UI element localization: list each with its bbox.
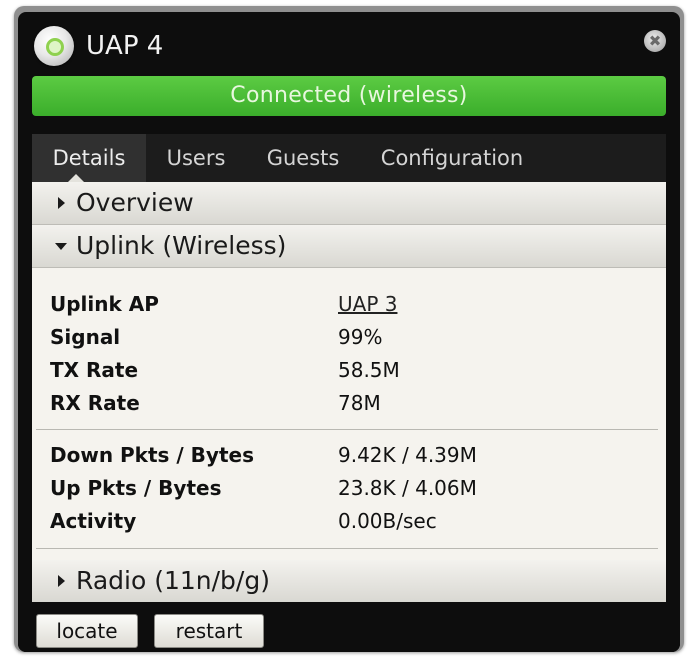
details-content: Overview Uplink (Wireless) Uplink AP UAP… bbox=[32, 182, 666, 603]
tab-bar: Details Users Guests Configuration bbox=[32, 134, 666, 182]
activity-label: Activity bbox=[50, 509, 137, 533]
locate-button[interactable]: locate bbox=[36, 614, 138, 648]
tab-users[interactable]: Users bbox=[146, 134, 246, 182]
uplink-ap-link[interactable]: UAP 3 bbox=[338, 288, 397, 320]
detail-row-activity: Activity 0.00B/sec bbox=[50, 505, 650, 537]
section-radio-label: Radio (11n/b/g) bbox=[76, 566, 270, 595]
tx-rate-label: TX Rate bbox=[50, 358, 139, 382]
rx-rate-label: RX Rate bbox=[50, 391, 140, 415]
tx-rate-value: 58.5M bbox=[338, 358, 400, 382]
down-pkts-label: Down Pkts / Bytes bbox=[50, 443, 254, 467]
expand-arrow-icon bbox=[58, 575, 65, 587]
device-title: UAP 4 bbox=[86, 31, 164, 61]
activity-value: 0.00B/sec bbox=[338, 509, 437, 533]
divider bbox=[36, 548, 658, 549]
section-radio[interactable]: Radio (11n/b/g) bbox=[32, 560, 666, 603]
section-overview[interactable]: Overview bbox=[32, 182, 666, 225]
detail-row-down-pkts: Down Pkts / Bytes 9.42K / 4.39M bbox=[50, 439, 650, 471]
action-bar: locate restart bbox=[18, 602, 680, 652]
restart-button[interactable]: restart bbox=[154, 614, 264, 648]
close-icon[interactable]: ✖ bbox=[644, 30, 666, 52]
detail-row-rx-rate: RX Rate 78M bbox=[50, 387, 650, 419]
collapse-arrow-icon bbox=[55, 243, 67, 250]
detail-row-uplink-ap: Uplink AP UAP 3 bbox=[50, 288, 650, 320]
expand-arrow-icon bbox=[58, 197, 65, 209]
signal-value: 99% bbox=[338, 325, 383, 349]
tab-configuration[interactable]: Configuration bbox=[360, 134, 544, 182]
detail-row-tx-rate: TX Rate 58.5M bbox=[50, 354, 650, 386]
section-uplink-label: Uplink (Wireless) bbox=[76, 231, 287, 260]
tab-guests[interactable]: Guests bbox=[246, 134, 360, 182]
active-tab-pointer bbox=[68, 174, 84, 182]
connection-status-bar: Connected (wireless) bbox=[32, 76, 666, 116]
device-panel: UAP 4 ✖ Connected (wireless) Details Use… bbox=[18, 12, 680, 652]
device-status-icon bbox=[34, 26, 74, 66]
section-overview-label: Overview bbox=[76, 188, 194, 217]
down-pkts-value: 9.42K / 4.39M bbox=[338, 443, 477, 467]
rx-rate-value: 78M bbox=[338, 391, 381, 415]
signal-label: Signal bbox=[50, 325, 121, 349]
title-bar: UAP 4 ✖ bbox=[18, 12, 680, 74]
detail-row-signal: Signal 99% bbox=[50, 321, 650, 353]
up-pkts-value: 23.8K / 4.06M bbox=[338, 476, 477, 500]
uplink-ap-label: Uplink AP bbox=[50, 292, 159, 316]
divider bbox=[36, 429, 658, 430]
section-uplink[interactable]: Uplink (Wireless) bbox=[32, 225, 666, 268]
detail-row-up-pkts: Up Pkts / Bytes 23.8K / 4.06M bbox=[50, 472, 650, 504]
tab-details[interactable]: Details bbox=[32, 134, 146, 182]
up-pkts-label: Up Pkts / Bytes bbox=[50, 476, 222, 500]
